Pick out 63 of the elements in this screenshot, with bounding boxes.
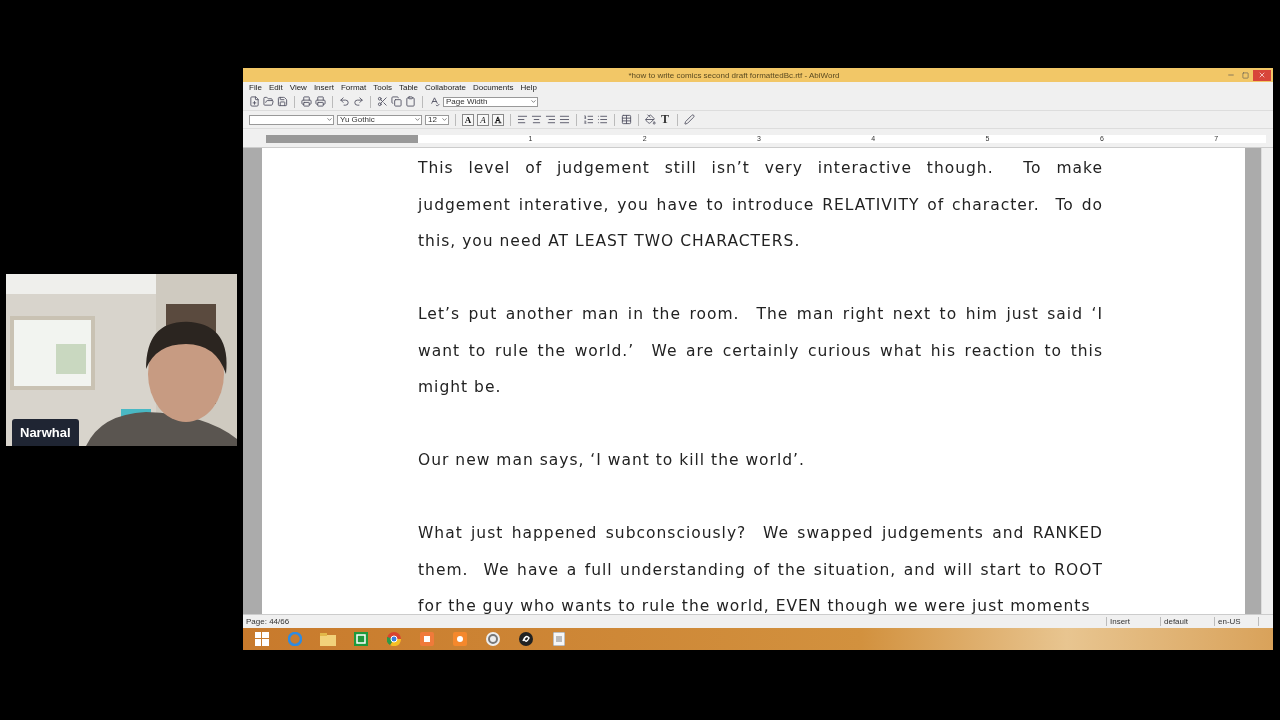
menu-item[interactable]: Help: [520, 83, 537, 92]
font-dropdown[interactable]: Yu Gothic: [337, 114, 422, 125]
align-right-icon[interactable]: [545, 114, 556, 125]
outline-button[interactable]: A: [492, 113, 504, 126]
numbered-list-icon[interactable]: [583, 114, 594, 125]
menu-item[interactable]: File: [249, 83, 262, 92]
close-icon: [1258, 71, 1266, 79]
new-document-icon[interactable]: [249, 96, 260, 107]
bold-button[interactable]: A: [462, 113, 474, 126]
paragraph: What just happened subconsciously? We swapped judgements and RANKED them. We have a full understanding of the situation, and will start to ROOT for the guy who wants to rule the world, EVEN though we were just moments: [418, 523, 1103, 614]
close-button[interactable]: [1253, 69, 1271, 81]
style-status: default: [1161, 617, 1215, 626]
copy-icon[interactable]: [391, 96, 402, 107]
text-color-button[interactable]: T: [659, 112, 671, 127]
open-folder-icon[interactable]: [263, 96, 274, 107]
spellcheck-icon[interactable]: [429, 96, 440, 107]
app-icon[interactable]: [453, 632, 467, 646]
menu-item[interactable]: Edit: [268, 83, 283, 92]
menu-item[interactable]: Collaborate: [425, 83, 466, 92]
undo-icon[interactable]: [339, 96, 350, 107]
menu-item[interactable]: Format: [340, 83, 367, 92]
participant-name: Narwhal: [12, 419, 79, 446]
scrollbar[interactable]: [1261, 148, 1273, 614]
caret-icon: [326, 116, 333, 123]
language-status: en-US: [1215, 617, 1259, 626]
style-dropdown[interactable]: [249, 114, 334, 125]
printer-icon[interactable]: [301, 96, 312, 107]
spiral-icon[interactable]: [486, 632, 500, 646]
caret-icon: [530, 98, 537, 105]
justify-icon[interactable]: [559, 114, 570, 125]
paragraph: This level of judgement still isn’t very interactive though. To make judgement interative, you have to introduce RELATIVITY of character. To do this, you need AT LEAST TWO CHARACTERS.: [418, 158, 1103, 252]
windows-icon[interactable]: [255, 632, 269, 646]
save-icon[interactable]: [277, 96, 288, 107]
pen-icon[interactable]: [684, 114, 695, 125]
paragraph: Our new man says, ‘I want to kill the world’.: [418, 450, 806, 471]
menu-item[interactable]: Tools: [373, 83, 392, 92]
menu-item[interactable]: View: [289, 83, 307, 92]
paragraph: Let’s put another man in the room. The man right next to him just said ‘I want to rule the world.’ We are certainly curious what his reaction to this might be.: [418, 304, 1103, 398]
bullet-list-icon[interactable]: [597, 114, 608, 125]
squiggle-icon[interactable]: [519, 632, 533, 646]
page-count: Page: 44/66: [243, 617, 1107, 626]
align-left-icon[interactable]: [517, 114, 528, 125]
folder-icon[interactable]: [320, 632, 336, 646]
redo-icon[interactable]: [353, 96, 364, 107]
zoom-dropdown[interactable]: Page Width: [443, 96, 538, 107]
app-icon[interactable]: [420, 632, 434, 646]
insert-mode: Insert: [1107, 617, 1161, 626]
paste-icon[interactable]: [405, 96, 416, 107]
italic-button[interactable]: A: [477, 113, 489, 126]
window-title: *how to write comics second draft formattedBc.rtf - AbiWord: [627, 70, 841, 80]
caret-icon: [414, 116, 421, 123]
menu-item[interactable]: Insert: [313, 83, 334, 92]
cut-icon[interactable]: [377, 96, 388, 107]
menu-item[interactable]: Documents: [473, 83, 514, 92]
menu-item[interactable]: Table: [398, 83, 419, 92]
chrome-icon[interactable]: [387, 632, 401, 646]
align-center-icon[interactable]: [531, 114, 542, 125]
table-icon[interactable]: [621, 114, 632, 125]
font-size-dropdown[interactable]: 12: [425, 114, 449, 125]
spreadsheet-icon[interactable]: [354, 632, 368, 646]
printer-icon[interactable]: [315, 96, 326, 107]
caret-icon: [441, 116, 448, 123]
paint-bucket-icon[interactable]: [645, 114, 656, 125]
